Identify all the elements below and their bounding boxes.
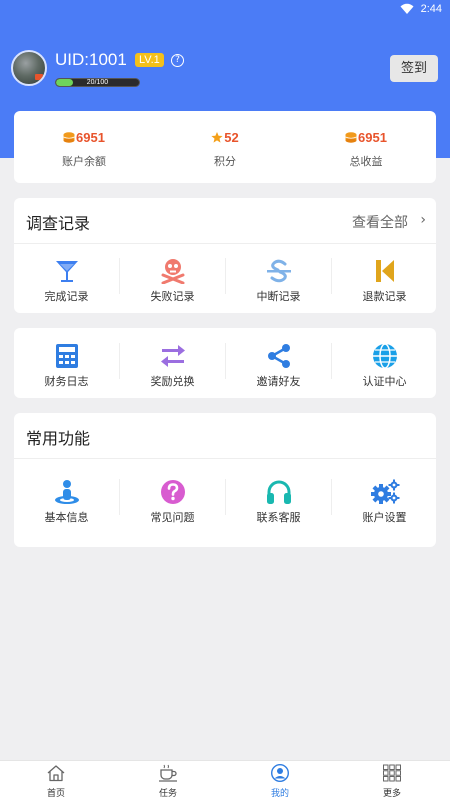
stat-points[interactable]: 52 积分 [155,111,295,183]
question-circle-icon [161,480,185,504]
sign-in-button[interactable]: 签到 [390,55,438,82]
tab-tasks[interactable]: 任务 [112,761,224,800]
survey-records-header[interactable]: 调查记录 查看全部 › [14,198,436,244]
chevron-right-icon[interactable]: › [420,212,426,228]
reward-exchange-label: 奖励兑换 [150,375,195,388]
finance-log-label: 财务日志 [44,375,89,388]
coin-stack-icon [63,132,75,143]
gears-icon [371,479,400,504]
share-icon [268,344,290,368]
view-all-link[interactable]: 查看全部 [352,212,408,232]
coffee-cup-icon [159,764,177,782]
headphones-icon [267,480,291,504]
basic-info-label: 基本信息 [44,511,89,524]
calculator-icon [56,344,78,368]
skip-back-icon [376,260,394,282]
xp-progress-bar: 20/100 [55,78,140,87]
verification-center-item[interactable]: 认证中心 [332,333,437,393]
stat-balance[interactable]: 6951 账户余额 [14,111,154,183]
customer-service-label: 联系客服 [256,511,301,524]
xp-progress-text: 20/100 [86,79,109,86]
survey-item-interrupted-label: 中断记录 [256,290,301,303]
survey-records-title: 调查记录 [26,214,91,233]
survey-records-grid: 完成记录 失败记录 中断记录 退款记录 [14,248,436,308]
reward-exchange-item[interactable]: 奖励兑换 [120,333,225,393]
grid-icon [383,764,401,782]
survey-item-refund-label: 退款记录 [362,290,407,303]
finance-grid: 财务日志 奖励兑换 邀请好友 认证中心 [14,333,436,393]
common-functions-header: 常用功能 [14,413,436,459]
status-bar: 2:44 [0,0,450,20]
survey-item-completed[interactable]: 完成记录 [14,248,119,308]
faq-label: 常见问题 [150,511,195,524]
status-time: 2:44 [420,3,442,15]
survey-item-failed[interactable]: 失败记录 [120,248,225,308]
tab-mine-label: 我的 [270,789,289,799]
common-functions-grid: 基本信息 常见问题 联系客服 账户设置 [14,469,436,529]
level-badge: LV.1 [135,53,164,67]
faq-item[interactable]: 常见问题 [120,469,225,529]
stat-total-earnings[interactable]: 6951 总收益 [296,111,436,183]
wifi-icon [400,3,414,14]
bottom-tab-bar: 首页 任务 我的 更多 [0,760,450,800]
coin-stack-icon [345,132,357,143]
account-settings-label: 账户设置 [362,511,407,524]
invite-friends-label: 邀请好友 [256,375,301,388]
stat-balance-value: 6951 [76,130,105,145]
tab-home[interactable]: 首页 [0,761,112,800]
account-settings-item[interactable]: 账户设置 [332,469,437,529]
common-functions-title: 常用功能 [26,429,91,448]
user-id: UID:1001 [55,50,127,69]
help-icon[interactable]: ? [171,54,184,67]
customer-service-item[interactable]: 联系客服 [226,469,331,529]
avatar-badge [35,74,43,80]
tab-more-label: 更多 [382,789,401,799]
stat-total-earnings-label: 总收益 [349,155,383,168]
survey-item-completed-label: 完成记录 [44,290,89,303]
basic-info-item[interactable]: 基本信息 [14,469,119,529]
common-functions-card: 常用功能 基本信息 常见问题 联系客服 账户设置 [14,413,436,547]
tab-mine[interactable]: 我的 [224,761,336,800]
stat-points-label: 积分 [214,155,236,168]
verification-center-label: 认证中心 [362,375,407,388]
survey-item-failed-label: 失败记录 [150,290,195,303]
house-icon [47,765,65,782]
avatar[interactable] [11,50,47,86]
finance-log-item[interactable]: 财务日志 [14,333,119,393]
tab-tasks-label: 任务 [158,789,177,799]
strikethrough-icon [267,259,291,283]
exchange-arrows-icon [161,345,185,367]
cocktail-glass-icon [56,261,78,282]
survey-item-refund[interactable]: 退款记录 [332,248,437,308]
tab-more[interactable]: 更多 [336,761,448,800]
star-icon [211,132,223,143]
skull-crossbones-icon [161,259,185,284]
stat-points-value: 52 [224,130,239,145]
stats-card: 6951 账户余额 52 积分 6951 总收益 [14,111,436,183]
invite-friends-item[interactable]: 邀请好友 [226,333,331,393]
globe-icon [373,343,397,369]
finance-card: 财务日志 奖励兑换 邀请好友 认证中心 [14,328,436,398]
user-circle-icon [271,764,289,782]
survey-records-card: 调查记录 查看全部 › 完成记录 失败记录 中断记录 退款记录 [14,198,436,313]
survey-item-interrupted[interactable]: 中断记录 [226,248,331,308]
tab-home-label: 首页 [46,789,65,799]
user-location-icon [55,480,79,504]
stat-total-earnings-value: 6951 [358,130,387,145]
stat-balance-label: 账户余额 [62,155,106,168]
